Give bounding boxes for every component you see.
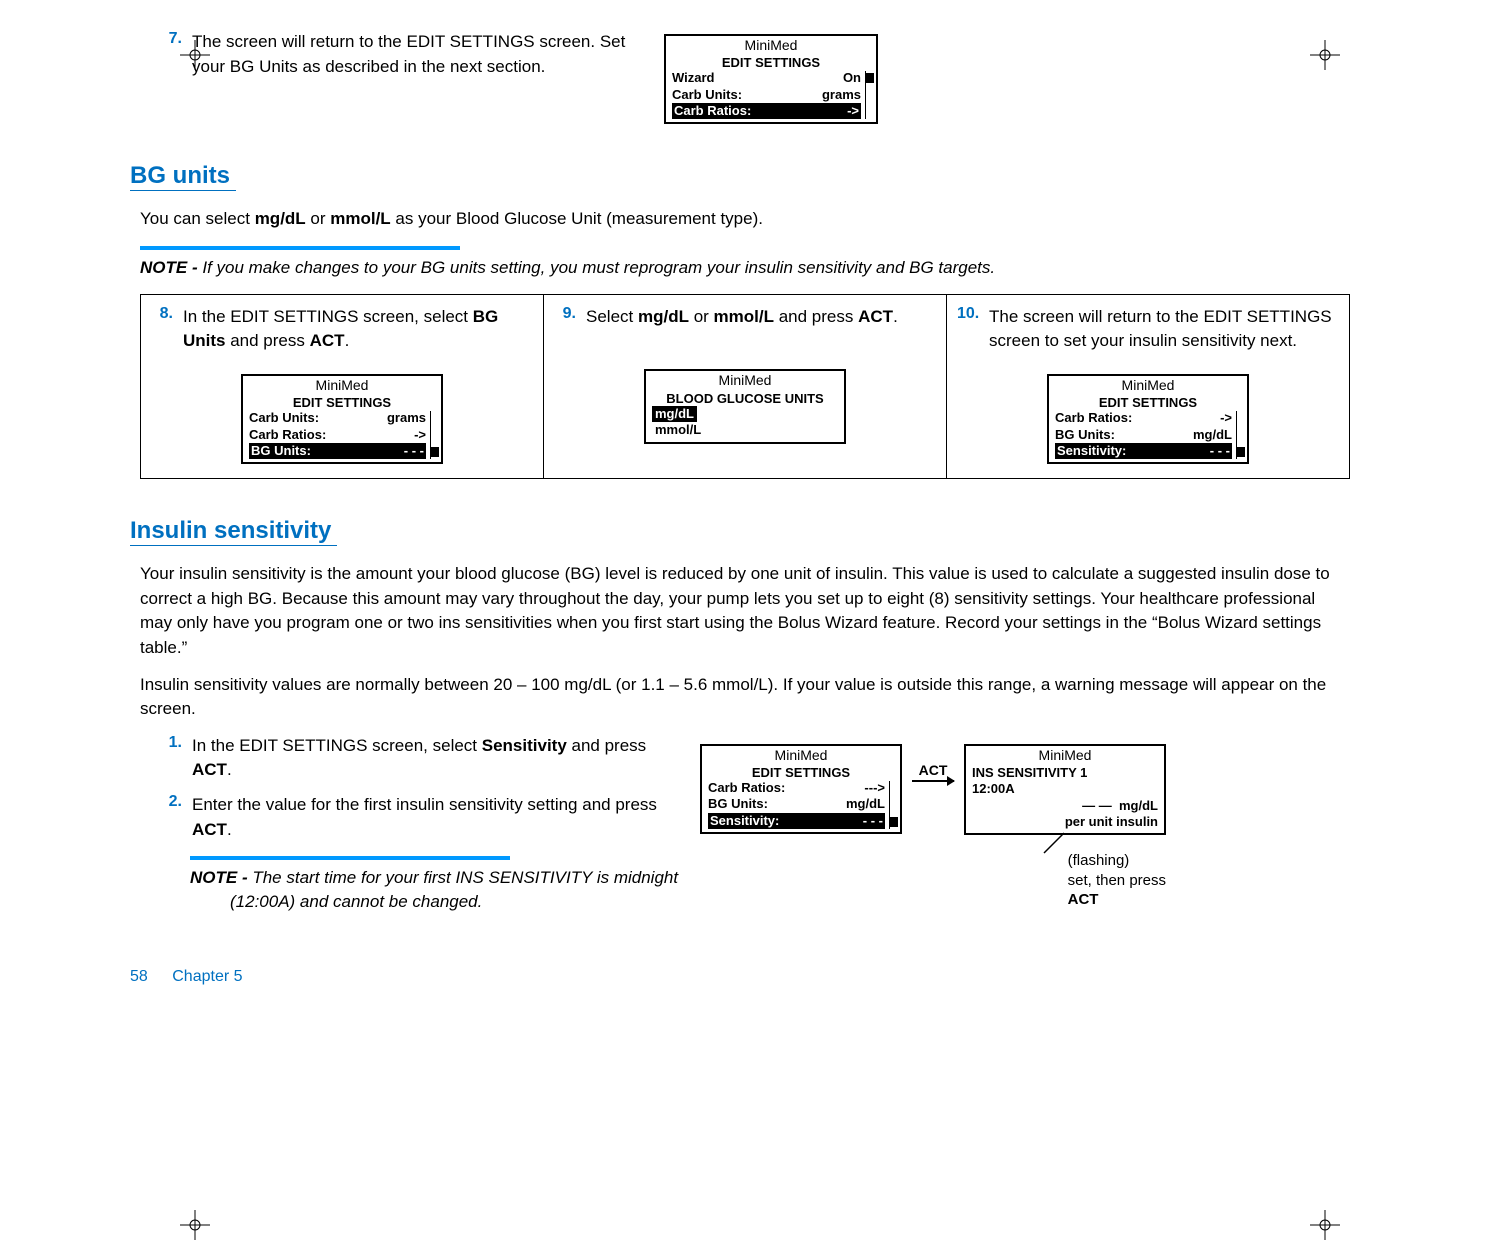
device-brand: MiniMed xyxy=(966,746,1164,765)
chapter-label: Chapter 5 xyxy=(172,968,242,985)
pointer-line-icon xyxy=(1040,831,1066,857)
step-number: 10. xyxy=(957,305,979,323)
steps-grid: 8. In the EDIT SETTINGS screen, select B… xyxy=(140,294,1350,479)
device-brand: MiniMed xyxy=(243,376,441,395)
device-screen-ins-sensitivity: MiniMed INS SENSITIVITY 1 12:00A — — mg/… xyxy=(964,744,1166,835)
step-text: In the EDIT SETTINGS screen, select BG U… xyxy=(183,305,533,354)
step-number: 2. xyxy=(160,793,182,811)
act-arrow: ACT xyxy=(912,762,954,782)
step-text: Enter the value for the first insulin se… xyxy=(192,793,680,842)
crop-mark-icon xyxy=(1310,40,1340,70)
device-scrollbar xyxy=(1236,411,1245,459)
step-text: Select mg/dL or mmol/L and press ACT. xyxy=(586,305,898,330)
heading-bg-units: BG units xyxy=(130,162,236,191)
device-title: EDIT SETTINGS xyxy=(1049,395,1247,410)
act-label: ACT xyxy=(919,762,948,778)
page-number: 58 xyxy=(130,968,148,985)
device-unit-line: per unit insulin xyxy=(972,814,1158,830)
option: mmol/L xyxy=(652,422,704,438)
paragraph: You can select mg/dL or mmol/L as your B… xyxy=(140,207,1350,232)
note-rule xyxy=(190,856,510,860)
device-screen-edit-settings: MiniMed EDIT SETTINGS Carb Units:grams C… xyxy=(241,374,443,464)
note-block: NOTE - If you make changes to your BG un… xyxy=(140,246,1350,280)
device-brand: MiniMed xyxy=(1049,376,1247,395)
device-scrollbar xyxy=(889,781,898,829)
note-rule xyxy=(140,246,460,250)
note-label: NOTE - xyxy=(140,258,202,277)
paragraph: Your insulin sensitivity is the amount y… xyxy=(140,562,1350,661)
device-title: BLOOD GLUCOSE UNITS xyxy=(646,391,844,406)
device-screen-edit-settings: MiniMed EDIT SETTINGS Carb Ratios:---> B… xyxy=(700,744,902,834)
note-body: If you make changes to your BG units set… xyxy=(202,258,995,277)
crop-mark-icon xyxy=(180,40,210,70)
heading-insulin-sensitivity: Insulin sensitivity xyxy=(130,517,337,546)
note-body: The start time for your first INS SENSIT… xyxy=(230,868,678,911)
device-scrollbar xyxy=(865,71,874,119)
step-number: 7. xyxy=(160,30,182,48)
step-text: The screen will return to the EDIT SETTI… xyxy=(192,30,640,79)
option-selected: mg/dL xyxy=(652,406,697,422)
step-number: 1. xyxy=(160,734,182,752)
device-time: 12:00A xyxy=(972,781,1158,797)
device-brand: MiniMed xyxy=(702,746,900,765)
note-block: NOTE - The start time for your first INS… xyxy=(190,856,680,914)
device-screen-edit-settings: MiniMed EDIT SETTINGS WizardOn Carb Unit… xyxy=(664,34,878,124)
device-screen-bg-units: MiniMed BLOOD GLUCOSE UNITS mg/dL mmol/L xyxy=(644,369,846,444)
page-footer: 58 Chapter 5 xyxy=(130,968,1350,986)
device-value-dashes: — — xyxy=(1082,798,1112,813)
step-text: In the EDIT SETTINGS screen, select Sens… xyxy=(192,734,680,783)
step-number: 8. xyxy=(151,305,173,323)
step-number: 9. xyxy=(554,305,576,323)
device-scrollbar xyxy=(430,411,439,459)
note-label: NOTE - xyxy=(190,868,252,887)
step-text: The screen will return to the EDIT SETTI… xyxy=(989,305,1339,354)
flash-instruction: (flashing) set, then press ACT xyxy=(1050,851,1166,910)
device-title: INS SENSITIVITY 1 xyxy=(972,765,1158,781)
crop-mark-icon xyxy=(180,1210,210,1240)
device-brand: MiniMed xyxy=(646,371,844,390)
device-title: EDIT SETTINGS xyxy=(666,55,876,70)
device-screen-edit-settings: MiniMed EDIT SETTINGS Carb Ratios:-> BG … xyxy=(1047,374,1249,464)
arrow-right-icon xyxy=(912,780,954,782)
device-unit: mg/dL xyxy=(1119,798,1158,813)
device-brand: MiniMed xyxy=(666,36,876,55)
paragraph: Insulin sensitivity values are normally … xyxy=(140,673,1350,722)
crop-mark-icon xyxy=(1310,1210,1340,1240)
device-title: EDIT SETTINGS xyxy=(243,395,441,410)
device-title: EDIT SETTINGS xyxy=(702,765,900,780)
